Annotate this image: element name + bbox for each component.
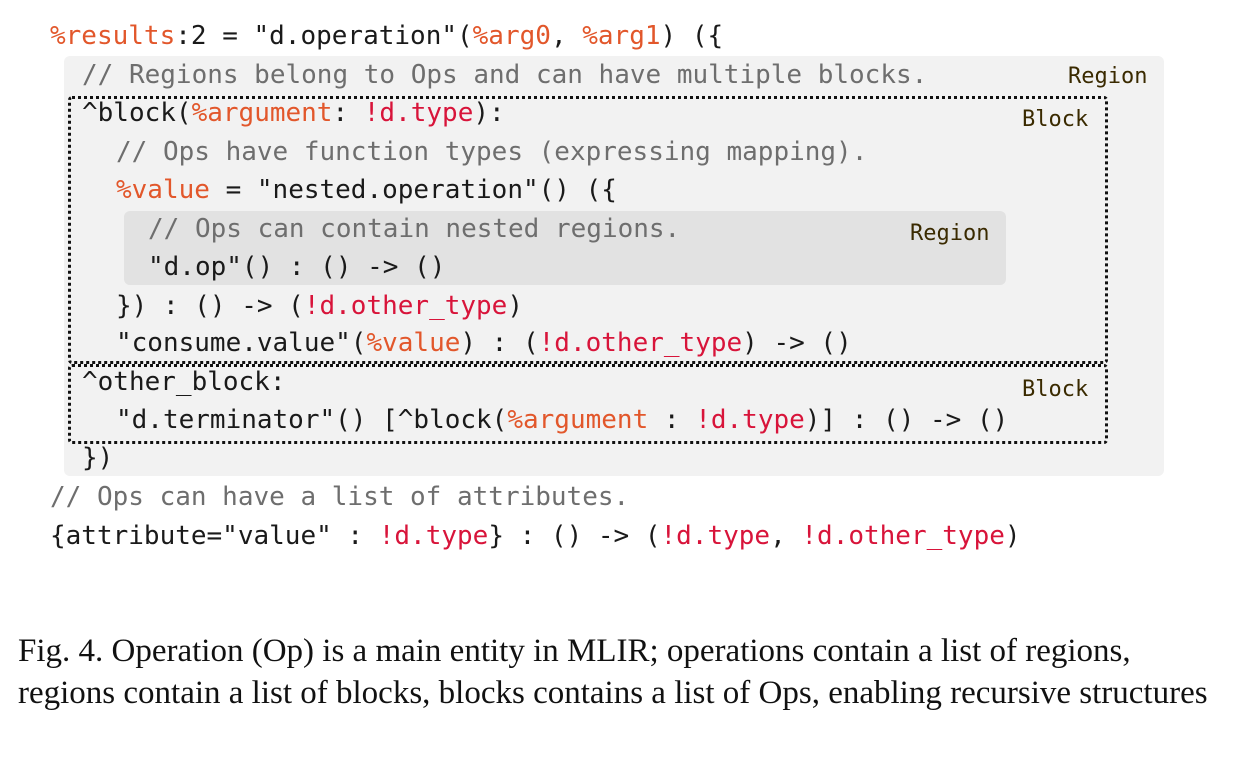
token-text: = "nested.operation"() ({	[209, 175, 617, 205]
code-line-5: %value = "nested.operation"() ({	[116, 172, 617, 208]
token-text: "d.terminator"() [^block(	[116, 405, 508, 435]
token-text: "consume.value"(	[116, 328, 367, 358]
token-text: :	[648, 405, 696, 435]
code-line-14: {attribute="value" : !d.type} : () -> (!…	[50, 518, 1021, 554]
code-line-3: ^block(%argument: !d.type):	[82, 95, 505, 131]
token-text: )	[507, 291, 523, 321]
token-text: ) ({	[660, 21, 724, 51]
code-line-9: "consume.value"(%value) : (!d.other_type…	[116, 325, 852, 361]
code-line-1: %results:2 = "d.operation"(%arg0, %arg1)…	[50, 18, 723, 54]
block-tag-2: Block	[1022, 377, 1089, 402]
token-text: :	[332, 98, 364, 128]
token-variable: %value	[366, 328, 461, 358]
token-text: ) -> ()	[742, 328, 852, 358]
token-variable: %value	[116, 175, 210, 205]
code-line-6-comment: // Ops can contain nested regions.	[148, 214, 681, 244]
token-type: !d.other_type	[801, 521, 1005, 551]
code-line-11: "d.terminator"() [^block(%argument : !d.…	[116, 402, 1008, 438]
code-line-2-comment: // Regions belong to Ops and can have mu…	[82, 60, 928, 90]
token-variable: %argument	[507, 405, 649, 435]
token-variable: %results	[50, 21, 176, 51]
token-text: ):	[473, 98, 505, 128]
token-variable: %argument	[191, 98, 333, 128]
token-text: :2 = "d.operation"(	[175, 21, 473, 51]
token-type: !d.type	[660, 521, 771, 551]
token-variable: %arg1	[582, 21, 661, 51]
token-variable: %arg0	[472, 21, 551, 51]
token-text: ,	[770, 521, 802, 551]
token-text: ,	[550, 21, 583, 51]
token-text: }) : () -> (	[116, 291, 304, 321]
code-line-13-comment: // Ops can have a list of attributes.	[50, 482, 630, 512]
token-type: !d.type	[363, 98, 474, 128]
block-tag-1: Block	[1022, 107, 1089, 132]
code-line-8: }) : () -> (!d.other_type)	[116, 288, 523, 324]
figure-caption: Fig. 4. Operation (Op) is a main entity …	[18, 633, 1208, 711]
token-type: !d.type	[378, 521, 489, 551]
token-text: } : () -> (	[488, 521, 661, 551]
token-text: )	[1004, 521, 1021, 551]
region-tag-inner: Region	[910, 221, 990, 246]
token-type: !d.other_type	[538, 328, 743, 358]
token-type: !d.other_type	[303, 291, 508, 321]
token-type: !d.type	[695, 405, 805, 435]
token-text: ^block(	[82, 98, 192, 128]
region-tag-outer: Region	[1068, 64, 1148, 89]
token-text: {attribute="value" :	[50, 521, 379, 551]
code-line-12: })	[82, 443, 114, 473]
token-text: )] : () -> ()	[804, 405, 1009, 435]
code-line-10: ^other_block:	[82, 367, 286, 397]
code-line-4-comment: // Ops have function types (expressing m…	[116, 137, 868, 167]
code-line-7: "d.op"() : () -> ()	[148, 252, 446, 282]
token-text: ) : (	[460, 328, 539, 358]
